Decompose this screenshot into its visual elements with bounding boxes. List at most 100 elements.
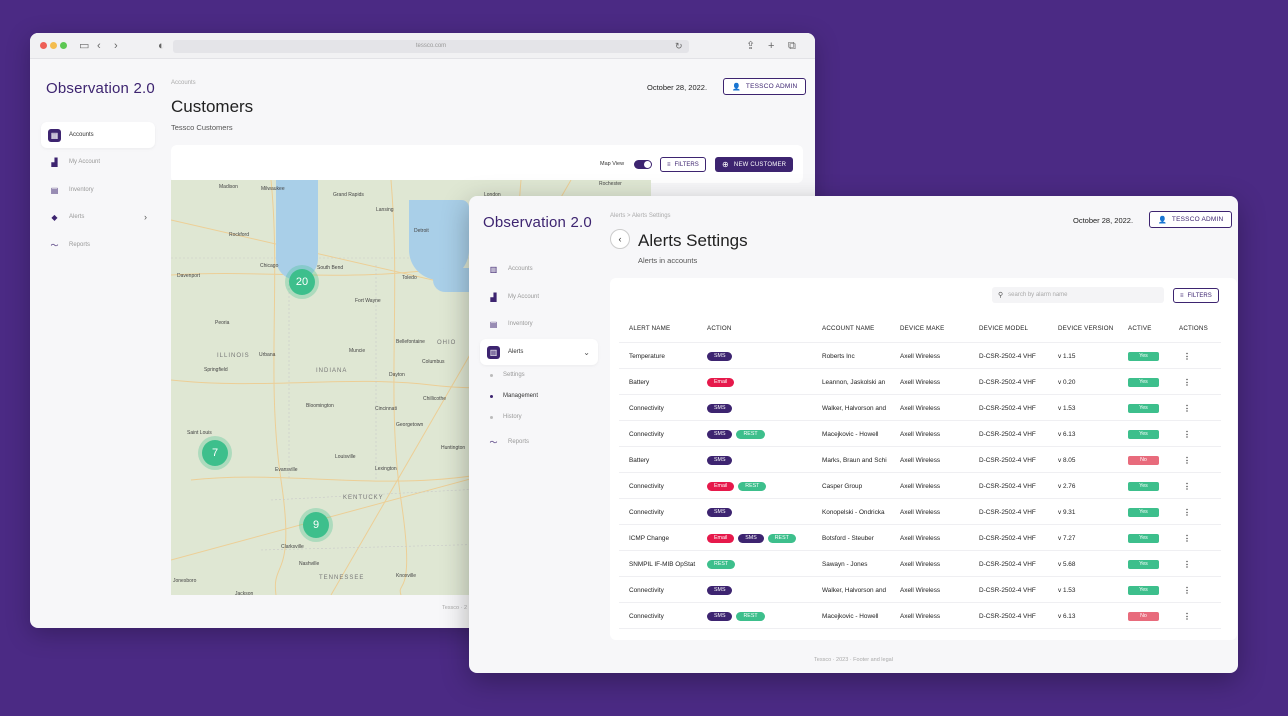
cell-text: ICMP Change — [629, 534, 670, 542]
alert-name-cell: SNMPIL IF-MIB OpStat — [629, 551, 703, 577]
status-badge: Yes — [1128, 481, 1159, 491]
more-vertical-icon[interactable]: ⋮ — [1183, 352, 1191, 361]
device-version-cell: v 6.13 — [1058, 421, 1124, 447]
map-city-label: Evansville — [275, 467, 298, 473]
map-city-label: Cincinnati — [375, 406, 397, 412]
action-cell: SMS — [707, 577, 819, 603]
row-actions-cell[interactable]: ⋮ — [1183, 343, 1203, 369]
table-row[interactable]: Connectivity SMS Konopelski - Ondricka Axel… — [619, 499, 1221, 525]
active-cell: Yes — [1128, 525, 1174, 551]
chart-icon: ▟ — [51, 157, 58, 167]
maximize-window-button[interactable] — [60, 42, 67, 49]
more-vertical-icon[interactable]: ⋮ — [1183, 586, 1191, 595]
new-tab-icon[interactable]: + — [768, 39, 774, 53]
filters-button[interactable]: ≡ FILTERS — [660, 157, 706, 172]
more-vertical-icon[interactable]: ⋮ — [1183, 482, 1191, 491]
row-actions-cell[interactable]: ⋮ — [1183, 447, 1203, 473]
device-model-cell: D-CSR-2502-4 VHF — [979, 421, 1055, 447]
cell-text: Connectivity — [629, 612, 664, 620]
cell-text: v 6.13 — [1058, 612, 1076, 620]
new-customer-button[interactable]: ⊕ NEW CUSTOMER — [715, 157, 794, 172]
close-window-button[interactable] — [40, 42, 47, 49]
row-actions-cell[interactable]: ⋮ — [1183, 551, 1203, 577]
action-tag: Email — [707, 533, 735, 543]
table-row[interactable]: Connectivity SMS REST Macejkovic - Howell Ax… — [619, 421, 1221, 447]
account-name-cell: Roberts Inc — [822, 343, 898, 369]
nav-reports[interactable]: 〜 Reports — [41, 232, 155, 258]
status-badge: Yes — [1128, 403, 1159, 413]
share-icon[interactable]: ⇪ — [746, 39, 755, 53]
active-cell: Yes — [1128, 343, 1174, 369]
device-version-cell: v 7.27 — [1058, 525, 1124, 551]
back-arrow-icon[interactable]: ‹ — [97, 39, 101, 53]
map-city-label: Saint Louis — [187, 430, 212, 436]
tabs-overview-icon[interactable]: ⧉ — [788, 39, 796, 53]
cell-text: Roberts Inc — [822, 352, 855, 360]
device-model-cell: D-CSR-2502-4 VHF — [979, 499, 1055, 525]
map-city-label: Columbus — [422, 359, 445, 365]
cluster-marker[interactable]: 20 — [289, 269, 315, 295]
row-actions-cell[interactable]: ⋮ — [1183, 525, 1203, 551]
account-name-cell: Leannon, Jaskolski an — [822, 369, 898, 395]
table-row[interactable]: Connectivity SMS Walker, Halvorson and Axel… — [619, 577, 1221, 603]
table-row[interactable]: SNMPIL IF-MIB OpStat REST Sawayn - Jones Ax… — [619, 551, 1221, 577]
table-row[interactable]: ICMP Change Email SMS REST Botsford - Steube… — [619, 525, 1221, 551]
map-view-toggle[interactable] — [634, 160, 652, 169]
cell-text: D-CSR-2502-4 VHF — [979, 482, 1036, 490]
active-cell: No — [1128, 603, 1174, 629]
status-badge: Yes — [1128, 585, 1159, 595]
more-vertical-icon[interactable]: ⋮ — [1183, 612, 1191, 621]
more-vertical-icon[interactable]: ⋮ — [1183, 378, 1191, 387]
cell-text: v 9.31 — [1058, 508, 1076, 516]
more-vertical-icon[interactable]: ⋮ — [1183, 560, 1191, 569]
table-row[interactable]: Battery Email Leannon, Jaskolski an Axell W… — [619, 369, 1221, 395]
active-cell: No — [1128, 447, 1174, 473]
table-row[interactable]: Connectivity SMS Walker, Halvorson and Axel… — [619, 395, 1221, 421]
map-state-label: OHIO — [437, 340, 457, 346]
more-vertical-icon[interactable]: ⋮ — [1183, 430, 1191, 439]
table-row[interactable]: Temperature SMS Roberts Inc Axell Wireless D… — [619, 343, 1221, 369]
map-city-label: South Bend — [317, 265, 344, 271]
device-make-cell: Axell Wireless — [900, 499, 976, 525]
row-actions-cell[interactable]: ⋮ — [1183, 421, 1203, 447]
cluster-marker[interactable]: 7 — [202, 440, 228, 466]
breadcrumb[interactable]: Accounts — [171, 80, 196, 86]
row-actions-cell[interactable]: ⋮ — [1183, 499, 1203, 525]
table-row[interactable]: Connectivity Email REST Casper Group Axell W… — [619, 473, 1221, 499]
app-logo: Observation 2.0 — [46, 80, 155, 97]
row-actions-cell[interactable]: ⋮ — [1183, 603, 1203, 629]
action-tag: REST — [736, 429, 765, 439]
row-actions-cell[interactable]: ⋮ — [1183, 369, 1203, 395]
nav-alerts[interactable]: ◆ Alerts › — [41, 204, 155, 230]
reload-icon[interactable]: ↻ — [675, 39, 683, 53]
cell-text: Leannon, Jaskolski an — [822, 378, 886, 386]
more-vertical-icon[interactable]: ⋮ — [1183, 508, 1191, 517]
row-actions-cell[interactable]: ⋮ — [1183, 577, 1203, 603]
cluster-marker[interactable]: 9 — [303, 512, 329, 538]
device-make-cell: Axell Wireless — [900, 551, 976, 577]
row-actions-cell[interactable]: ⋮ — [1183, 473, 1203, 499]
admin-user-button[interactable]: 👤 TESSCO ADMIN — [723, 78, 807, 95]
nav-inventory[interactable]: ▤ Inventory — [41, 177, 155, 203]
cell-text: v 6.13 — [1058, 430, 1076, 438]
sidebar-toggle-icon[interactable]: ▭ — [79, 39, 89, 53]
more-vertical-icon[interactable]: ⋮ — [1183, 534, 1191, 543]
active-cell: Yes — [1128, 421, 1174, 447]
row-actions-cell[interactable]: ⋮ — [1183, 395, 1203, 421]
device-make-cell: Axell Wireless — [900, 343, 976, 369]
forward-arrow-icon[interactable]: › — [114, 39, 118, 53]
nav-my-account[interactable]: ▟ My Account — [41, 149, 155, 175]
address-bar[interactable]: tessco.com — [173, 40, 689, 53]
cell-text: Axell Wireless — [900, 352, 941, 360]
map-city-label: Lansing — [376, 207, 394, 213]
more-vertical-icon[interactable]: ⋮ — [1183, 456, 1191, 465]
shield-icon[interactable]: ◐ — [158, 39, 165, 53]
table-row[interactable]: Connectivity SMS REST Macejkovic - Howell Ax… — [619, 603, 1221, 629]
table-row[interactable]: Battery SMS Marks, Braun and Schi Axell Wir… — [619, 447, 1221, 473]
alert-name-cell: ICMP Change — [629, 525, 703, 551]
minimize-window-button[interactable] — [50, 42, 57, 49]
cell-text: v 2.76 — [1058, 482, 1076, 490]
more-vertical-icon[interactable]: ⋮ — [1183, 404, 1191, 413]
footer: Tessco · 2023 · Footer and legal — [814, 657, 893, 663]
nav-accounts[interactable]: ▦ Accounts — [41, 122, 155, 148]
